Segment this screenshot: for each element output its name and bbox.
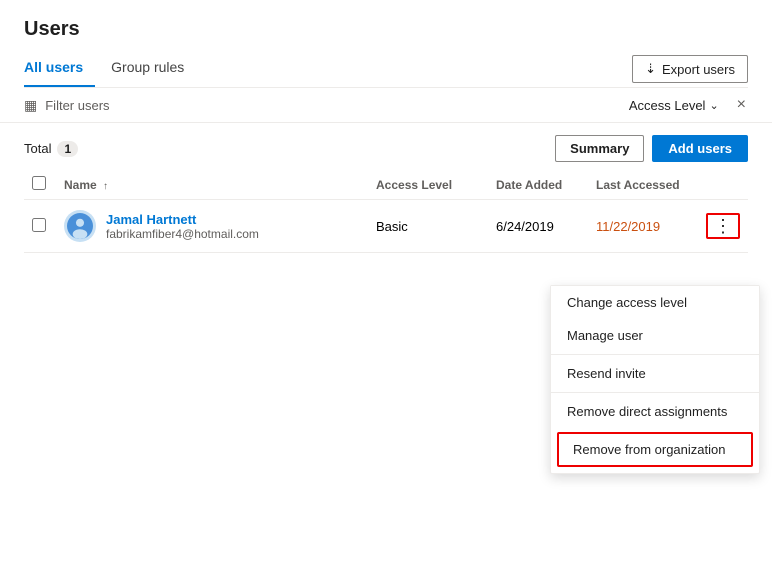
col-date-header: Date Added [496, 178, 562, 192]
avatar-image [67, 213, 93, 239]
remove-direct-assignments-menuitem[interactable]: Remove direct assignments [551, 395, 759, 428]
page-container: Users All users Group rules ⇣ Export use… [0, 0, 772, 569]
close-filter-button[interactable]: × [735, 96, 748, 114]
filter-icon: ▦ [24, 97, 37, 114]
col-name-header: Name ↑ [64, 178, 108, 192]
change-access-level-menuitem[interactable]: Change access level [551, 286, 759, 319]
resend-invite-menuitem[interactable]: Resend invite [551, 357, 759, 390]
filter-right: Access Level ⌄ × [629, 96, 748, 114]
total-count-badge: 1 [57, 141, 78, 157]
filter-bar: ▦ Filter users Access Level ⌄ × [0, 88, 772, 123]
manage-user-menuitem[interactable]: Manage user [551, 319, 759, 352]
user-email: fabrikamfiber4@hotmail.com [106, 227, 259, 241]
export-users-button[interactable]: ⇣ Export users [632, 55, 748, 83]
last-accessed-value: 11/22/2019 [596, 219, 660, 234]
access-level-filter[interactable]: Access Level ⌄ [629, 98, 719, 113]
toolbar-buttons: Summary Add users [555, 135, 748, 162]
sort-icon: ↑ [103, 181, 108, 192]
remove-from-organization-menuitem[interactable]: Remove from organization [557, 432, 753, 467]
tabs-row: All users Group rules ⇣ Export users [24, 51, 748, 88]
download-icon: ⇣ [645, 61, 656, 77]
row-actions-button[interactable]: ⋮ [706, 213, 740, 239]
context-menu: Change access level Manage user Resend i… [550, 285, 760, 474]
toolbar-row: Total 1 Summary Add users [24, 135, 748, 162]
row-checkbox[interactable] [32, 218, 46, 232]
page-title: Users [24, 18, 748, 41]
filter-label[interactable]: Filter users [45, 98, 109, 113]
user-name[interactable]: Jamal Hartnett [106, 212, 259, 227]
total-label: Total [24, 141, 51, 156]
col-access-header: Access Level [376, 178, 452, 192]
summary-button[interactable]: Summary [555, 135, 644, 162]
date-added-value: 6/24/2019 [496, 219, 554, 234]
kebab-icon: ⋮ [714, 217, 732, 235]
total-section: Total 1 [24, 141, 78, 157]
avatar [64, 210, 96, 242]
menu-divider-1 [551, 354, 759, 355]
table-row: Jamal Hartnett fabrikamfiber4@hotmail.co… [24, 200, 748, 253]
chevron-down-icon: ⌄ [709, 99, 718, 112]
access-level-value: Basic [376, 219, 408, 234]
tab-all-users[interactable]: All users [24, 51, 95, 87]
select-all-checkbox[interactable] [32, 176, 46, 190]
user-info: Jamal Hartnett fabrikamfiber4@hotmail.co… [106, 212, 259, 241]
header: Users All users Group rules ⇣ Export use… [0, 0, 772, 88]
menu-divider-2 [551, 392, 759, 393]
tab-group-rules[interactable]: Group rules [111, 51, 196, 87]
filter-left: ▦ Filter users [24, 97, 110, 114]
users-table: Name ↑ Access Level Date Added Last Acce… [24, 170, 748, 253]
add-users-button[interactable]: Add users [652, 135, 748, 162]
user-cell: Jamal Hartnett fabrikamfiber4@hotmail.co… [64, 210, 360, 242]
col-last-header: Last Accessed [596, 178, 680, 192]
tabs: All users Group rules [24, 51, 212, 87]
